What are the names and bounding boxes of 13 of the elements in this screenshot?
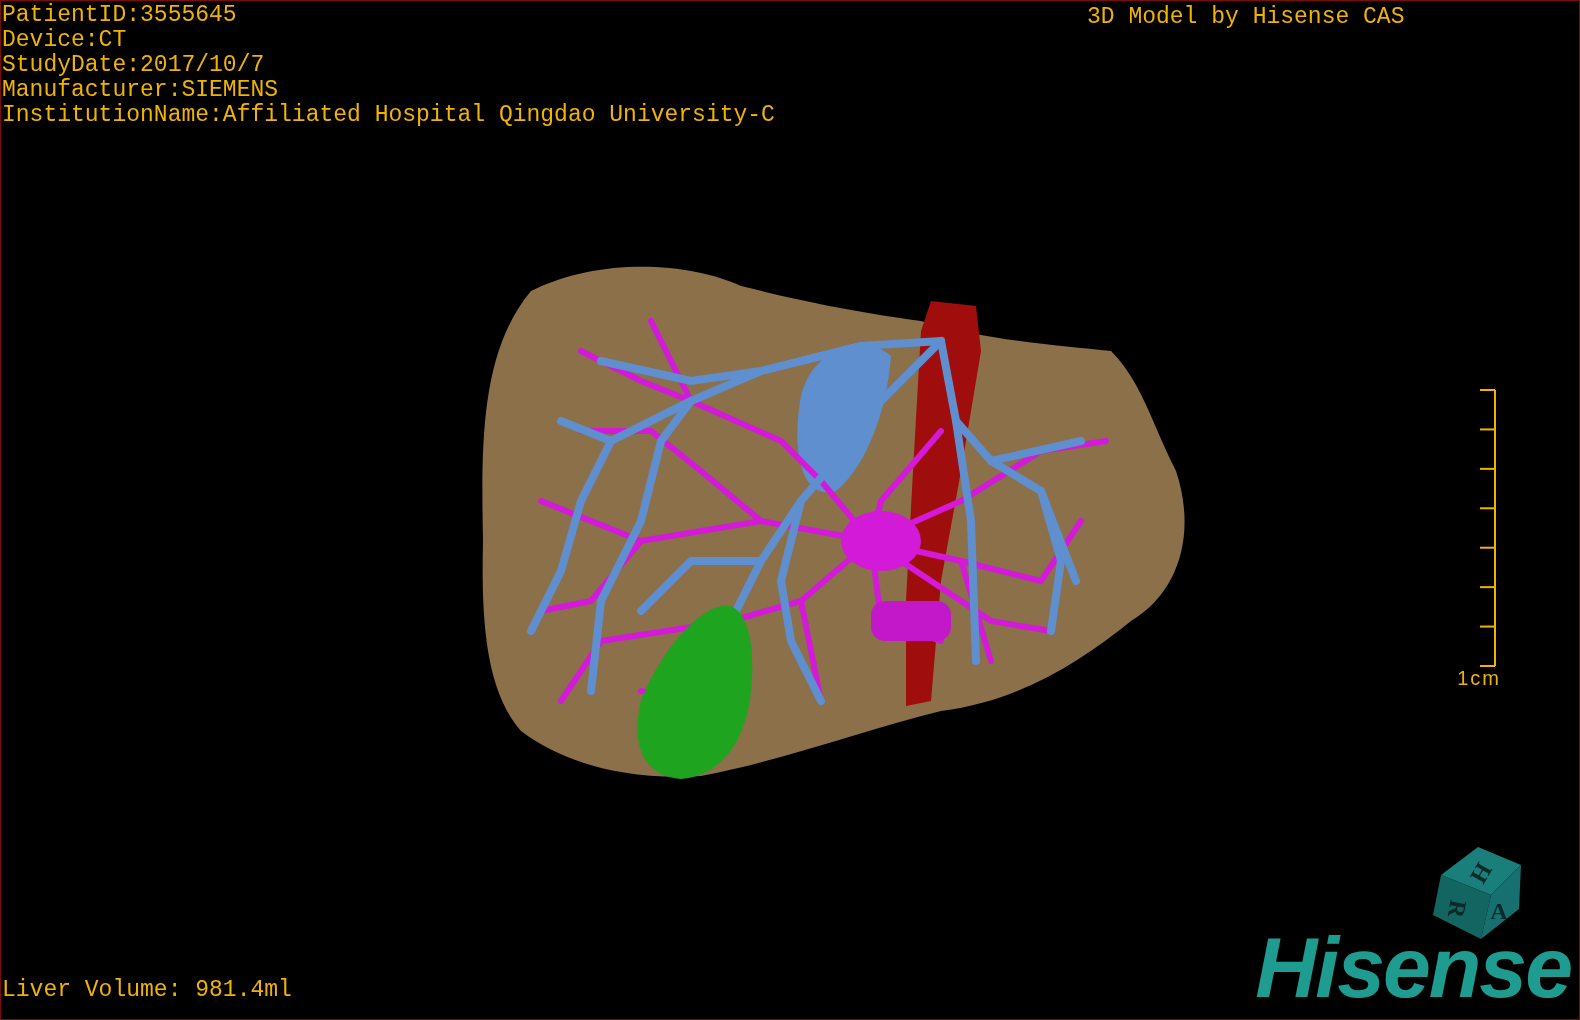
liver-volume: Liver Volume: 981.4ml bbox=[2, 978, 292, 1003]
cube-face-label: H bbox=[1465, 858, 1497, 888]
patient-info-line: PatientID:3555645 bbox=[2, 3, 238, 28]
model-credit: 3D Model by Hisense CAS bbox=[1087, 5, 1405, 30]
brand-logo: Hisense bbox=[1255, 927, 1571, 1007]
patient-info-line: InstitutionName:Affiliated Hospital Qingdao University-C bbox=[2, 103, 775, 128]
scale-label: 1cm bbox=[1457, 667, 1501, 689]
cube-face-label: A bbox=[1490, 898, 1508, 924]
patient-info-line: Manufacturer:SIEMENS bbox=[2, 78, 280, 103]
liver-model-drawing[interactable] bbox=[482, 266, 1185, 779]
patient-info-line: Device:CT bbox=[2, 28, 128, 53]
patient-info-line: StudyDate:2017/10/7 bbox=[2, 53, 266, 78]
cube-face-label: R bbox=[1442, 898, 1472, 920]
